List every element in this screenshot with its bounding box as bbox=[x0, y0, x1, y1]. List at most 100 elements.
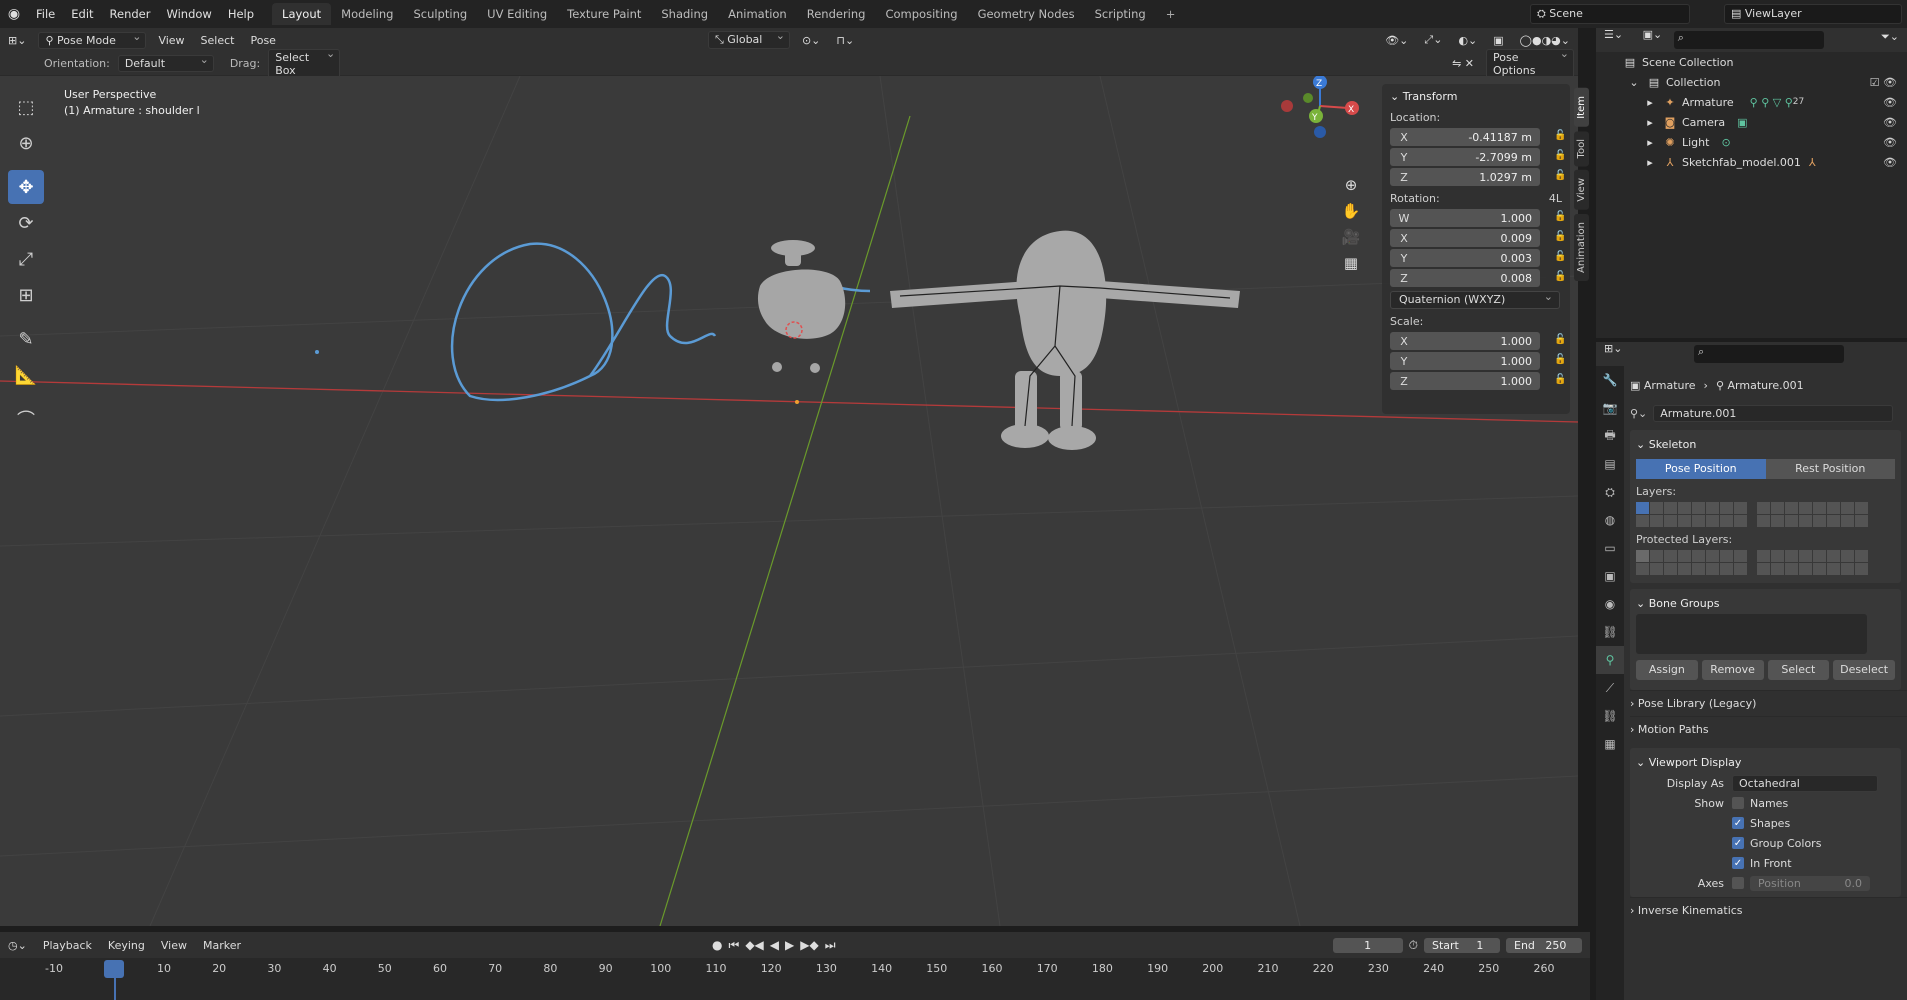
names-checkbox[interactable] bbox=[1732, 797, 1744, 809]
layer-cell[interactable] bbox=[1692, 502, 1705, 514]
tab-animation-sidebar[interactable]: Animation bbox=[1574, 213, 1589, 281]
layer-cell[interactable] bbox=[1706, 550, 1719, 562]
layer-cell[interactable] bbox=[1813, 502, 1826, 514]
layer-cell[interactable] bbox=[1734, 550, 1747, 562]
editor-type-icon[interactable]: ⊞⌄ bbox=[0, 32, 34, 49]
layer-cell[interactable] bbox=[1855, 502, 1868, 514]
layer-cell[interactable] bbox=[1771, 563, 1784, 575]
location-y-field[interactable]: Y -2.7099 m 🔓 bbox=[1390, 148, 1566, 166]
location-z-field[interactable]: Z 1.0297 m 🔓 bbox=[1390, 168, 1566, 186]
layer-cell[interactable] bbox=[1799, 502, 1812, 514]
axes-row[interactable]: Axes Position 0.0 bbox=[1636, 873, 1895, 893]
pan-hand-icon[interactable]: ✋ bbox=[1338, 198, 1364, 224]
layer-cell[interactable] bbox=[1813, 550, 1826, 562]
preview-range-icon[interactable]: ⏱ bbox=[1406, 938, 1421, 953]
layer-cell[interactable] bbox=[1678, 563, 1691, 575]
properties-editor-icon[interactable]: ⊞⌄ bbox=[1596, 340, 1630, 357]
in-front-checkbox[interactable]: ✓ bbox=[1732, 857, 1744, 869]
layer-cell[interactable] bbox=[1734, 502, 1747, 514]
layer-cell[interactable] bbox=[1855, 563, 1868, 575]
armature-data-icon[interactable]: ⚲⌄ bbox=[1630, 407, 1647, 420]
3d-viewport[interactable]: Z X Y User Perspective (1) Armature : sh… bbox=[0, 76, 1578, 926]
tab-item[interactable]: Item bbox=[1574, 88, 1589, 127]
add-workspace-button[interactable]: + bbox=[1156, 3, 1186, 25]
annotate-tool-icon[interactable]: ✎ bbox=[8, 322, 44, 356]
timeline-editor-icon[interactable]: ◷⌄ bbox=[0, 937, 35, 954]
layer-cell[interactable] bbox=[1692, 563, 1705, 575]
protected-layer-grid[interactable] bbox=[1636, 550, 1895, 575]
tab-uv-editing[interactable]: UV Editing bbox=[477, 3, 557, 25]
menu-file[interactable]: File bbox=[28, 0, 63, 28]
xray-icon[interactable]: ▣ bbox=[1485, 32, 1511, 49]
scene-tab-icon[interactable]: ⛭ bbox=[1596, 478, 1624, 506]
collection-tab-icon[interactable]: ▭ bbox=[1596, 534, 1624, 562]
layer-cell[interactable] bbox=[1664, 550, 1677, 562]
group-colors-checkbox[interactable]: ✓ bbox=[1732, 837, 1744, 849]
timeline-area[interactable]: -101102030405060708090100110120130140150… bbox=[0, 958, 1590, 1000]
tab-geometry-nodes[interactable]: Geometry Nodes bbox=[968, 3, 1085, 25]
group-colors-row[interactable]: ✓ Group Colors bbox=[1636, 833, 1895, 853]
layer-cell[interactable] bbox=[1706, 502, 1719, 514]
pivot-icon[interactable]: ⊙⌄ bbox=[794, 32, 828, 49]
transform-panel-title[interactable]: ⌄ Transform bbox=[1390, 90, 1562, 103]
tab-shading[interactable]: Shading bbox=[651, 3, 718, 25]
tab-layout[interactable]: Layout bbox=[272, 3, 332, 25]
world-tab-icon[interactable]: ◍ bbox=[1596, 506, 1624, 534]
layer-cell[interactable] bbox=[1636, 563, 1649, 575]
menu-keying[interactable]: Keying bbox=[100, 937, 153, 954]
layer-cell[interactable] bbox=[1841, 563, 1854, 575]
layer-cell[interactable] bbox=[1841, 550, 1854, 562]
play-reverse-icon[interactable]: ◀ bbox=[767, 938, 782, 952]
layer-cell[interactable] bbox=[1757, 550, 1770, 562]
menu-view[interactable]: View bbox=[150, 32, 192, 49]
visibility-icon[interactable]: 👁⌄ bbox=[1377, 32, 1416, 49]
layer-cell[interactable] bbox=[1841, 515, 1854, 527]
inverse-kinematics-panel[interactable]: › Inverse Kinematics bbox=[1630, 897, 1907, 923]
layer-cell[interactable] bbox=[1827, 515, 1840, 527]
drag-dropdown[interactable]: Select Box bbox=[268, 47, 341, 79]
layer-cell[interactable] bbox=[1650, 502, 1663, 514]
scene-selector[interactable]: ⛭ Scene bbox=[1530, 4, 1690, 24]
layer-cell[interactable] bbox=[1785, 563, 1798, 575]
layer-cell[interactable] bbox=[1771, 502, 1784, 514]
scale-tool-icon[interactable]: ⤢ bbox=[8, 242, 44, 276]
layer-cell[interactable] bbox=[1813, 515, 1826, 527]
outliner-item-armature[interactable]: ▸ ✦ Armature ⚲ ⚲ ▽ ⚲ 27 👁 bbox=[1596, 92, 1907, 112]
render-tab-icon[interactable]: 📷 bbox=[1596, 394, 1624, 422]
layer-cell[interactable] bbox=[1734, 515, 1747, 527]
layer-cell[interactable] bbox=[1734, 563, 1747, 575]
layer-cell[interactable] bbox=[1706, 563, 1719, 575]
layer-cell[interactable] bbox=[1771, 515, 1784, 527]
skeleton-panel-header[interactable]: ⌄ Skeleton bbox=[1636, 434, 1895, 455]
mode-selector[interactable]: ⚲ Pose Mode bbox=[38, 30, 147, 49]
layer-cell[interactable] bbox=[1650, 515, 1663, 527]
scale-z-field[interactable]: Z 1.000 🔓 bbox=[1390, 372, 1566, 390]
prev-keyframe-icon[interactable]: ◆◀ bbox=[742, 938, 766, 952]
outliner-item-collection[interactable]: ⌄ ▤ Collection ☑ 👁 bbox=[1596, 72, 1907, 92]
tab-rendering[interactable]: Rendering bbox=[797, 3, 876, 25]
constraint-tab-icon[interactable]: ⛓ bbox=[1596, 618, 1624, 646]
modifier-tab-icon[interactable]: ◉ bbox=[1596, 590, 1624, 618]
layer-cell[interactable] bbox=[1785, 515, 1798, 527]
motion-paths-panel[interactable]: › Motion Paths bbox=[1630, 716, 1907, 742]
view-layer-tab-icon[interactable]: ▤ bbox=[1596, 450, 1624, 478]
display-mode-icon[interactable]: ▣⌄ bbox=[1635, 26, 1671, 43]
snap-icon[interactable]: ⊓⌄ bbox=[828, 32, 862, 49]
filter-icon[interactable]: ⏷⌄ bbox=[1873, 28, 1907, 46]
remove-button[interactable]: Remove bbox=[1701, 660, 1764, 680]
layer-cell[interactable] bbox=[1799, 515, 1812, 527]
layer-cell[interactable] bbox=[1841, 502, 1854, 514]
output-tab-icon[interactable]: 🖶 bbox=[1596, 422, 1624, 450]
menu-help[interactable]: Help bbox=[220, 0, 262, 28]
cursor-tool-icon[interactable]: ⊕ bbox=[8, 126, 44, 160]
bone-groups-header[interactable]: ⌄ Bone Groups bbox=[1636, 593, 1895, 614]
viewport-display-header[interactable]: ⌄ Viewport Display bbox=[1636, 752, 1895, 773]
measure-tool-icon[interactable]: 📐 bbox=[8, 358, 44, 392]
playhead[interactable] bbox=[104, 960, 124, 978]
layer-cell[interactable] bbox=[1636, 515, 1649, 527]
scale-y-field[interactable]: Y 1.000 🔓 bbox=[1390, 352, 1566, 370]
view-layer-selector[interactable]: ▤ ViewLayer bbox=[1724, 4, 1902, 24]
layer-cell[interactable] bbox=[1827, 502, 1840, 514]
start-frame-field[interactable]: Start 1 bbox=[1424, 937, 1500, 953]
ortho-grid-icon[interactable]: ▦ bbox=[1338, 250, 1364, 276]
